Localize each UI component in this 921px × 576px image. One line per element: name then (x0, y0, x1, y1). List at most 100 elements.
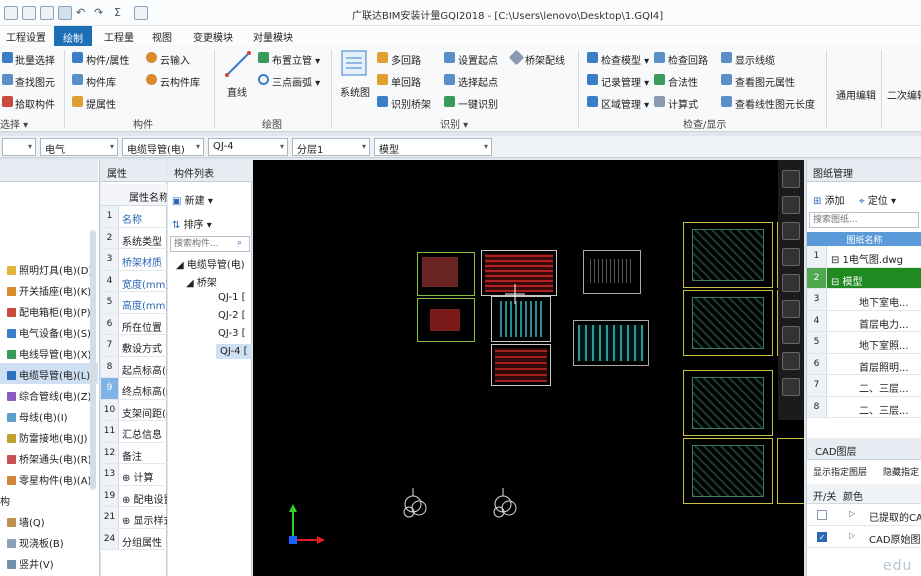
tab-project-settings[interactable]: 工程设置 (6, 29, 46, 44)
tree-item[interactable]: 墙(Q) (0, 510, 98, 531)
drawing-row[interactable]: 3 地下室电... (807, 289, 921, 311)
general-edit-button[interactable]: 通用编辑 (836, 87, 876, 102)
component-list-tab[interactable]: 构件列表 (168, 160, 252, 182)
pick-component-button[interactable]: 拾取构件 (15, 96, 55, 111)
cad-layer-row[interactable]: ✓ ▷ CAD原始图层 (807, 526, 921, 548)
rotate-view-icon[interactable] (782, 274, 800, 292)
drawing-sheet[interactable] (683, 222, 773, 288)
show-specified-layers-button[interactable]: 显示指定图层 (813, 465, 867, 478)
component-item-qj1[interactable]: QJ-1 [ (218, 292, 246, 303)
drawing-sheet[interactable] (683, 370, 773, 436)
batch-select-button[interactable]: 批量选择 (15, 52, 55, 67)
tab-draw[interactable]: 绘制 (54, 26, 92, 46)
drawing-search-input[interactable] (809, 212, 919, 228)
open-file-icon[interactable] (40, 6, 54, 20)
tree-item[interactable]: 开关插座(电)(K) (0, 279, 98, 300)
property-tab[interactable]: 属性 (101, 160, 167, 182)
drawing-row[interactable]: 5 地下室照... (807, 332, 921, 354)
undo-icon[interactable]: ↶ (76, 6, 90, 20)
property-row[interactable]: 9终点标高(m) (101, 378, 167, 400)
tree-item[interactable]: 零星构件(电)(A) (0, 468, 98, 489)
property-row[interactable]: 11 汇总信息 (101, 421, 167, 443)
zoom-icon[interactable] (782, 300, 800, 318)
find-element-button[interactable]: 查找图元 (15, 74, 55, 89)
profession-combo[interactable]: 电气 ▾ (40, 138, 118, 156)
line-button[interactable]: 直线 (227, 84, 247, 99)
expand-arrow-icon[interactable]: ▷ (849, 509, 855, 518)
cloud-library-button[interactable]: 云构件库 (160, 74, 200, 89)
drawing-canvas[interactable] (253, 160, 804, 576)
three-point-arc-button[interactable]: 三点画弧 ▾ (272, 74, 320, 89)
area-management-button[interactable]: 区域管理 ▾ (601, 96, 649, 111)
property-row[interactable]: 6 所在位置 (101, 313, 167, 335)
view-cube-icon[interactable] (782, 170, 800, 188)
component-root[interactable]: ◢ 电缆导管(电) (176, 256, 245, 271)
set-start-point-button[interactable]: 设置起点 (458, 52, 498, 67)
property-row[interactable]: 24 分组属性 (101, 528, 167, 550)
category-combo[interactable]: 电缆导管(电) ▾ (122, 138, 204, 156)
tree-item[interactable]: 桥架通头(电)(R) (0, 447, 98, 468)
drawing-sheet[interactable] (417, 252, 475, 296)
drawing-sheet[interactable] (573, 320, 649, 366)
formula-button[interactable]: 计算式 (668, 96, 698, 111)
hide-specified-layers-button[interactable]: 隐藏指定 (883, 465, 919, 478)
identify-group-label[interactable]: 识别 ▾ (440, 116, 468, 131)
tray-wiring-button[interactable]: 桥架配线 (525, 52, 565, 67)
tree-item[interactable]: 现浇板(B) (0, 531, 98, 552)
tree-item[interactable]: 竖井(V) (0, 552, 98, 573)
sum-icon[interactable]: Σ (114, 6, 128, 20)
front-view-icon[interactable] (782, 222, 800, 240)
cloud-input-button[interactable]: 云输入 (160, 52, 190, 67)
single-loop-button[interactable]: 单回路 (391, 74, 421, 89)
tree-item[interactable]: 配电箱柜(电)(P) (0, 300, 98, 321)
sort-button[interactable]: ⇅ 排序 ▾ (172, 216, 212, 231)
save-icon[interactable] (58, 6, 72, 20)
property-row[interactable]: 3 桥架材质 (101, 249, 167, 271)
drawing-row[interactable]: 2 ⊟ 模型 (807, 267, 921, 289)
property-row[interactable]: 4 宽度(mm) (101, 270, 167, 292)
secondary-edit-button[interactable]: 二次编辑 (887, 87, 921, 102)
add-drawing-button[interactable]: ⊞ 添加 (813, 192, 845, 207)
drawing-sheet[interactable] (777, 438, 804, 504)
check-loop-button[interactable]: 检查回路 (668, 52, 708, 67)
tree-item[interactable]: 防雷接地(电)(J) (0, 426, 98, 447)
tree-item[interactable]: 母线(电)(I) (0, 405, 98, 426)
cad-layer-row[interactable]: ▷ 已提取的CAD图层 (807, 504, 921, 526)
show-cable-button[interactable]: 显示线缆 (735, 52, 775, 67)
tab-change-module[interactable]: 变更模块 (193, 29, 233, 44)
drawing-row[interactable]: 7 二、三层... (807, 375, 921, 397)
tree-item[interactable]: 综合管线(电)(Z) (0, 384, 98, 405)
place-riser-button[interactable]: 布置立管 ▾ (272, 52, 320, 67)
layer-checkbox[interactable] (817, 510, 827, 520)
check-model-button[interactable]: 检查模型 ▾ (601, 52, 649, 67)
view-mode-combo[interactable]: 模型 ▾ (374, 138, 492, 156)
property-row[interactable]: 19⊕ 配电设置 (101, 485, 167, 507)
record-management-button[interactable]: 记录管理 ▾ (601, 74, 649, 89)
project-combo[interactable]: ▾ (2, 138, 36, 156)
tree-item[interactable]: 照明灯具(电)(D) (0, 258, 98, 279)
expand-arrow-icon[interactable]: ▷ (849, 531, 855, 540)
extract-properties-button[interactable]: 提属性 (86, 96, 116, 111)
fit-view-icon[interactable] (782, 352, 800, 370)
tab-check-module[interactable]: 对量模块 (253, 29, 293, 44)
drawing-sheet[interactable] (491, 344, 551, 386)
property-row[interactable]: 21⊕ 显示样式 (101, 507, 167, 529)
view-linear-length-button[interactable]: 查看线性图元长度 (735, 96, 815, 111)
property-row[interactable]: 5 高度(mm) (101, 292, 167, 314)
drawing-sheet[interactable] (583, 250, 641, 294)
component-item-qj4-selected[interactable]: QJ-4 [ (216, 344, 252, 359)
drawing-sheet[interactable] (417, 298, 475, 342)
legality-button[interactable]: 合法性 (668, 74, 698, 89)
component-library-button[interactable]: 构件库 (86, 74, 116, 89)
component-item-qj2[interactable]: QJ-2 [ (218, 310, 246, 321)
tree-scrollbar[interactable] (90, 230, 96, 490)
property-row[interactable]: 2 系统类型 (101, 227, 167, 249)
component-combo[interactable]: QJ-4 ▾ (208, 138, 288, 156)
component-properties-button[interactable]: 构件/属性 (86, 52, 129, 67)
one-click-identify-button[interactable]: 一键识别 (458, 96, 498, 111)
tree-item[interactable]: 电线导管(电)(X) (0, 342, 98, 363)
multi-loop-button[interactable]: 多回路 (391, 52, 421, 67)
select-start-point-button[interactable]: 选择起点 (458, 74, 498, 89)
identify-tray-button[interactable]: 识别桥架 (391, 96, 431, 111)
system-diagram-button[interactable]: 系统图 (340, 84, 370, 99)
